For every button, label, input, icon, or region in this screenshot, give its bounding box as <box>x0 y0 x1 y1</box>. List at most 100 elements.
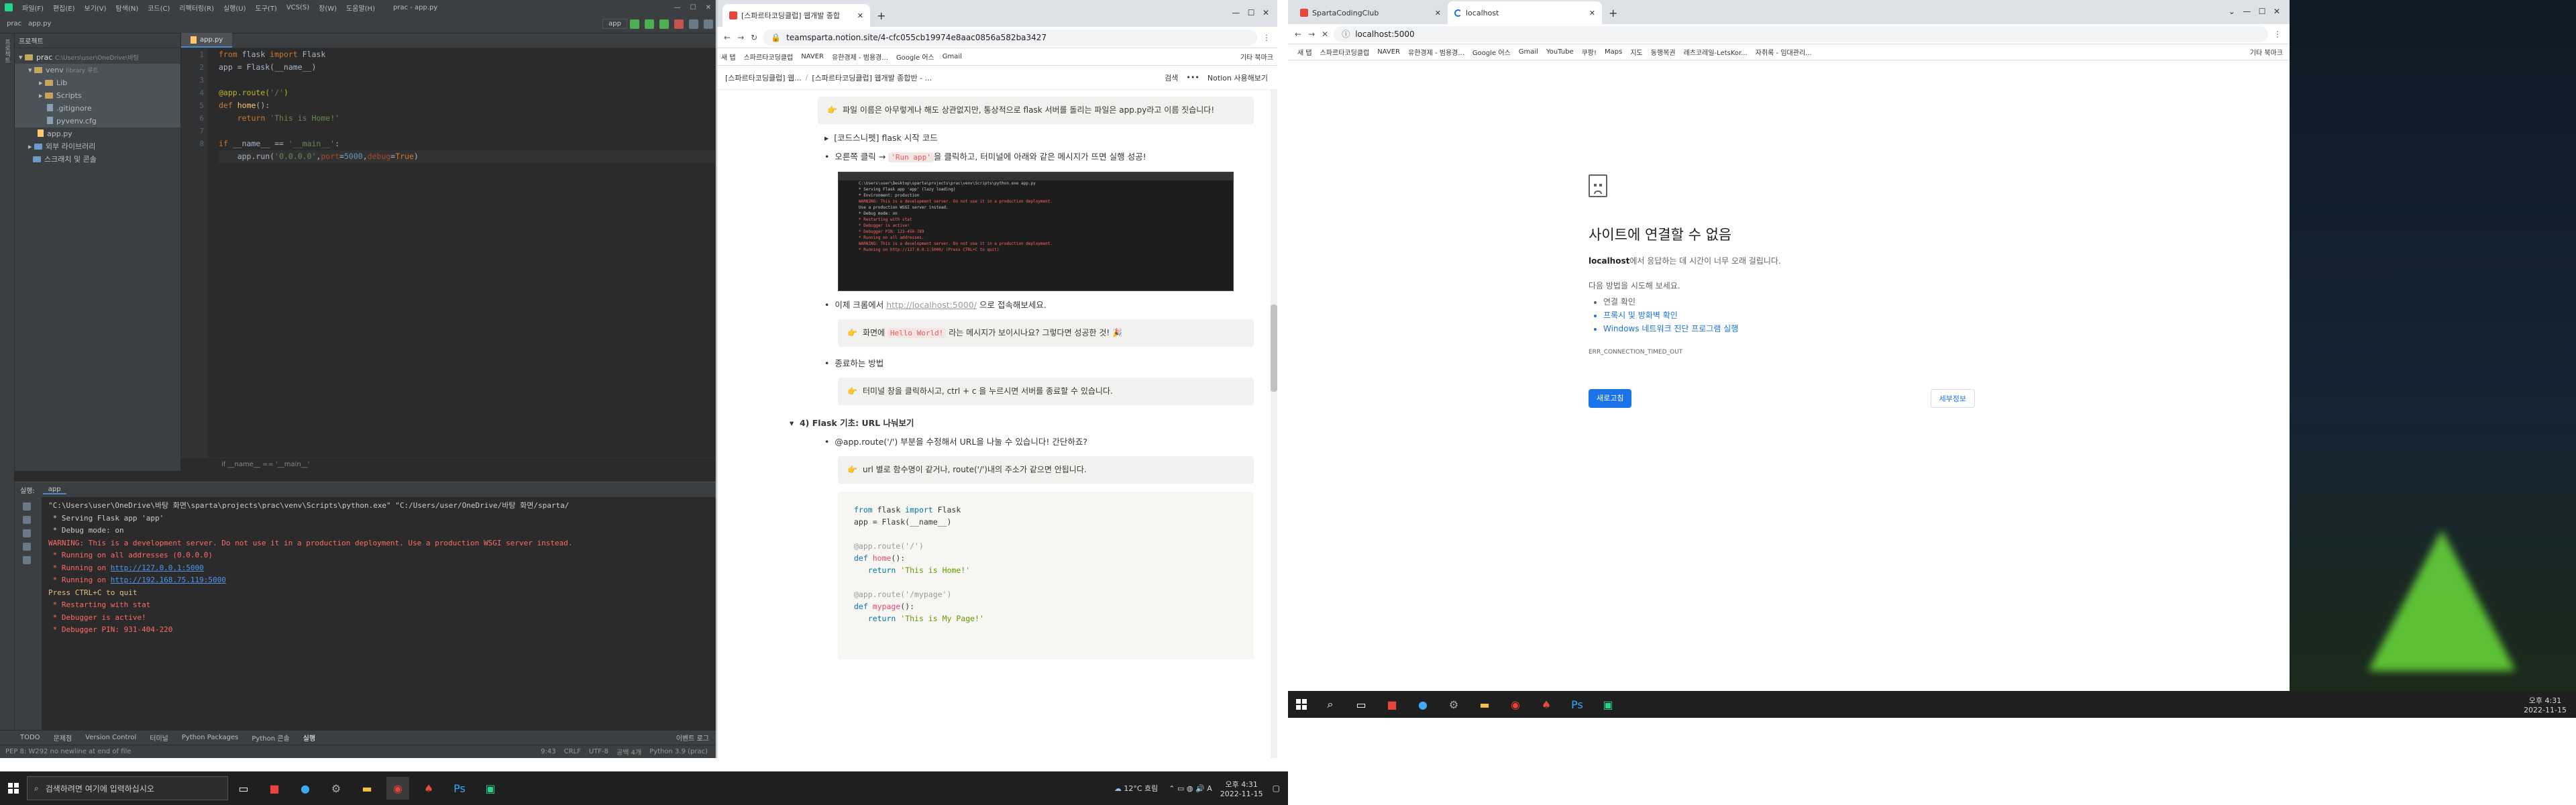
explorer-icon[interactable]: ▬ <box>1473 693 1496 716</box>
breadcrumb-file[interactable]: app.py <box>28 20 51 28</box>
clock[interactable]: 오후 4:31 2022-11-15 <box>1220 779 1263 798</box>
run-tab[interactable]: app <box>42 486 66 494</box>
tab-python-packages[interactable]: Python Packages <box>182 734 239 741</box>
bookmark[interactable]: YouTube <box>1546 48 1574 56</box>
breadcrumb-project[interactable]: prac <box>7 20 21 28</box>
tab-close-icon[interactable]: ✕ <box>857 11 863 20</box>
notion-signup[interactable]: Notion 사용해보기 <box>1208 72 1268 83</box>
new-tab-button[interactable]: + <box>1602 1 1624 24</box>
bookmark[interactable]: 스파르타코딩클럽 <box>744 52 794 62</box>
back-icon[interactable]: ← <box>724 33 731 42</box>
bookmark[interactable]: Gmail <box>1519 48 1538 56</box>
explorer-icon[interactable]: ▬ <box>356 777 378 800</box>
details-button[interactable]: 세부정보 <box>1930 389 1975 408</box>
start-button[interactable] <box>1288 699 1315 710</box>
tree-item[interactable]: ▾ prac C:\Users\user\OneDrive\바탕 <box>15 51 180 64</box>
tray-icons[interactable]: ⌃ ▭ ◍ 🔊 A <box>1169 784 1212 793</box>
edge-icon[interactable]: ● <box>1411 693 1434 716</box>
app-icon[interactable]: ■ <box>263 777 286 800</box>
tab-vcs[interactable]: Version Control <box>85 734 136 741</box>
menu-help[interactable]: 도움말(H) <box>346 3 375 13</box>
tree-item[interactable]: .gitignore <box>15 102 180 115</box>
notion-page-content[interactable]: 👉 파일 이름은 아무렇게나 해도 상관없지만, 통상적으로 flask 서버를 … <box>717 90 1278 758</box>
status-message[interactable]: PEP 8: W292 no newline at end of file <box>5 748 131 755</box>
photoshop-icon[interactable]: Ps <box>448 777 471 800</box>
settings-icon[interactable]: ⚙ <box>1442 693 1465 716</box>
bookmark[interactable]: Gmail <box>943 53 962 60</box>
bookmark[interactable]: Google 어스 <box>896 52 934 62</box>
project-tool-button[interactable]: 프로젝트 <box>3 39 11 63</box>
bookmark[interactable]: NAVER <box>1377 48 1400 56</box>
settings-icon[interactable]: ⚙ <box>325 777 347 800</box>
stop-icon[interactable] <box>674 19 684 29</box>
app-icon[interactable]: ♠ <box>1535 693 1558 716</box>
minimize-icon[interactable]: — <box>674 4 681 11</box>
status-position[interactable]: 9:43 <box>541 748 555 755</box>
close-icon[interactable]: ✕ <box>706 4 711 11</box>
print-icon[interactable] <box>23 543 31 551</box>
tree-item[interactable]: ▸ 외부 라이브러리 <box>15 140 180 153</box>
rerun-icon[interactable] <box>23 502 31 511</box>
tab-close-icon[interactable]: ✕ <box>1589 9 1595 17</box>
tab-close-icon[interactable]: ✕ <box>1435 9 1441 17</box>
clock[interactable]: 오후 4:31 2022-11-15 <box>2524 695 2567 714</box>
code-breadcrumb[interactable]: if __name__ == '__main__' <box>181 458 716 471</box>
window-controls[interactable]: ⌄ — ☐ ✕ <box>2229 7 2280 16</box>
back-icon[interactable]: ← <box>1295 30 1301 39</box>
menu-refactor[interactable]: 리팩터링(R) <box>179 3 214 13</box>
reload-icon[interactable]: ↻ <box>751 33 757 42</box>
console-link[interactable]: http://192.168.75.119:5000 <box>111 576 226 584</box>
bookmark[interactable]: 새 탭 <box>721 52 736 62</box>
bookmark[interactable]: 자취록 - 임대관리... <box>1756 47 1812 57</box>
browser-tab-sparta[interactable]: SpartaCodingClub ✕ <box>1293 1 1448 24</box>
bookmark[interactable]: 동행복권 <box>1651 47 1676 57</box>
tree-item[interactable]: 스크래치 및 콘솔 <box>15 153 180 166</box>
notion-breadcrumb-1[interactable]: [스파르타코딩클럽] 웹... <box>725 72 802 83</box>
edge-icon[interactable]: ● <box>294 777 317 800</box>
tab-problems[interactable]: 문제점 <box>54 733 72 743</box>
menu-run[interactable]: 실행(U) <box>223 3 246 13</box>
taskbar-search[interactable]: ⌕ 검색하려면 여기에 입력하십시오 <box>27 776 228 800</box>
tree-item[interactable]: ▸ Lib <box>15 76 180 89</box>
menu-view[interactable]: 보기(V) <box>85 3 107 13</box>
status-line-sep[interactable]: CRLF <box>564 748 581 755</box>
menu-tools[interactable]: 도구(T) <box>256 3 277 13</box>
notion-breadcrumb-2[interactable]: [스파르타코딩클럽] 웹개발 종합반 - ... <box>812 72 932 83</box>
settings-icon[interactable] <box>704 19 713 29</box>
bookmark[interactable]: 유한경제 - 범용경... <box>1408 47 1464 57</box>
menu-navigate[interactable]: 탐색(N) <box>116 3 139 13</box>
menu-vcs[interactable]: VCS(S) <box>286 4 309 11</box>
browser-tab-notion[interactable]: [스파르타코딩클럽] 웹개발 종합 ✕ <box>722 4 870 27</box>
trash-icon[interactable] <box>23 556 31 564</box>
pycharm-icon[interactable]: ▣ <box>1597 693 1619 716</box>
menu-window[interactable]: 창(W) <box>319 3 337 13</box>
console-link[interactable]: http://127.0.0.1:5000 <box>111 564 204 572</box>
editor-tab-app[interactable]: app.py <box>181 33 233 48</box>
bookmark[interactable]: 새 탭 <box>1297 47 1312 57</box>
pycharm-icon[interactable]: ▣ <box>479 777 502 800</box>
tree-item[interactable]: pyvenv.cfg <box>15 115 180 127</box>
event-log-button[interactable]: 이벤트 로그 <box>676 733 709 743</box>
coverage-icon[interactable] <box>659 19 669 29</box>
tab-terminal[interactable]: 터미널 <box>150 733 168 743</box>
stop-load-icon[interactable]: ✕ <box>1322 30 1328 39</box>
suggestion-proxy-link[interactable]: 프록시 및 방화벽 확인 <box>1603 309 1991 322</box>
address-bar[interactable]: 🔒 teamsparta.notion.site/4-cfc055cb19974e… <box>763 29 1257 46</box>
new-tab-button[interactable]: + <box>870 4 892 27</box>
debug-icon[interactable] <box>645 19 654 29</box>
tab-run[interactable]: 실행 <box>303 733 315 743</box>
tab-python-console[interactable]: Python 콘솔 <box>252 733 289 743</box>
menu-code[interactable]: 코드(C) <box>148 3 170 13</box>
code-block[interactable]: from flask import Flask app = Flask(__na… <box>838 492 1254 659</box>
search-icon[interactable]: ⌕ <box>1319 693 1342 716</box>
bookmark[interactable]: 레츠코레일-LetsKor... <box>1684 47 1748 57</box>
forward-icon[interactable]: → <box>1308 30 1315 39</box>
photoshop-icon[interactable]: Ps <box>1566 693 1589 716</box>
menu-dots-icon[interactable]: ⋮ <box>2273 30 2282 39</box>
maximize-icon[interactable]: ☐ <box>690 4 696 11</box>
menu-dots-icon[interactable]: ⋮ <box>1263 33 1271 42</box>
tree-item[interactable]: app.py <box>15 127 180 140</box>
status-indent[interactable]: 공백 4개 <box>616 747 641 757</box>
forward-icon[interactable]: → <box>737 33 744 42</box>
scrollbar[interactable] <box>1271 90 1277 758</box>
